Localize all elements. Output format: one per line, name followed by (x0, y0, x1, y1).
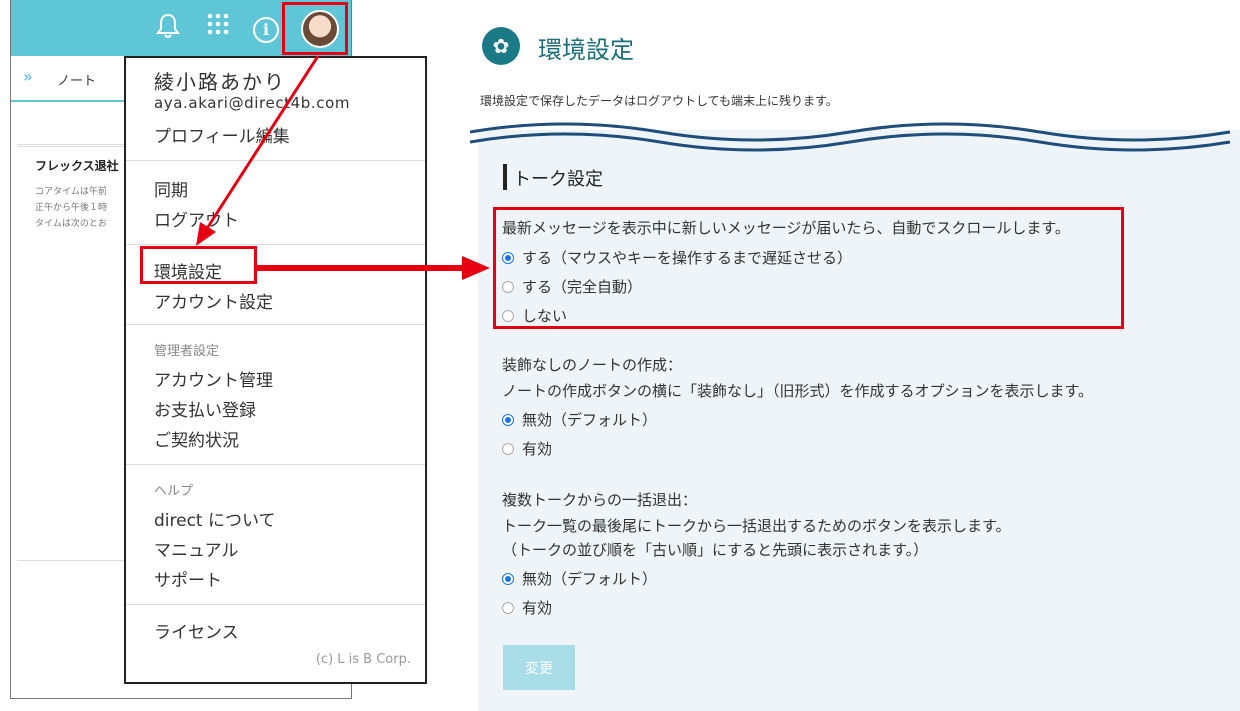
radio-label: 有効 (522, 440, 553, 458)
radio-button[interactable] (502, 281, 514, 293)
bulk-exit-option-enabled[interactable]: 有効 (502, 597, 552, 618)
copyright-text: (c) L is B Corp. (315, 652, 411, 667)
user-dropdown-menu: 綾小路あかり aya.akari@direct4b.com プロフィール編集 同… (124, 56, 427, 684)
radio-button-checked[interactable] (502, 573, 514, 585)
bulk-exit-note: （トークの並び順を「古い順」にすると先頭に表示されます。） (502, 541, 929, 559)
note-title: フレックス退社 (35, 159, 119, 173)
tab-note[interactable]: ノート (57, 70, 96, 89)
note-preview-line: タイムは次のとお (35, 219, 107, 229)
menu-item-account-settings[interactable]: アカウント設定 (154, 288, 273, 313)
user-email: aya.akari@direct4b.com (154, 94, 351, 112)
auto-scroll-option-delayed[interactable]: する（マウスやキーを操作するまで遅延させる） (502, 247, 852, 268)
radio-button[interactable] (502, 443, 514, 455)
page-title: 環境設定 (538, 36, 634, 64)
menu-item-environment-settings[interactable]: 環境設定 (154, 258, 222, 283)
gear-icon: ✿ (482, 27, 520, 65)
bulk-exit-description: トーク一覧の最後尾にトークから一括退出するためのボタンを表示します。 (502, 517, 1011, 535)
bell-icon-glyph (156, 13, 180, 38)
avatar-highlight (282, 2, 348, 55)
radio-label: しない (522, 307, 568, 325)
radio-button[interactable] (502, 310, 514, 322)
radio-label: 有効 (522, 599, 553, 617)
menu-section-help: ヘルプ (154, 484, 194, 499)
menu-divider (126, 160, 425, 161)
radio-button-checked[interactable] (502, 252, 514, 264)
menu-divider (126, 464, 425, 465)
note-preview-line: 正午から午後１時 (35, 203, 108, 213)
plain-note-title: 装飾なしのノートの作成： (502, 356, 683, 374)
auto-scroll-option-off[interactable]: しない (502, 305, 567, 326)
menu-item-profile-edit[interactable]: プロフィール編集 (154, 122, 290, 147)
menu-divider (126, 604, 425, 605)
wave-divider (470, 122, 1231, 152)
menu-item-sync[interactable]: 同期 (154, 176, 188, 201)
auto-scroll-description: 最新メッセージを表示中に新しいメッセージが届いたら、自動でスクロールします。 (502, 219, 1070, 237)
plain-note-option-disabled[interactable]: 無効（デフォルト） (502, 409, 657, 430)
menu-item-logout[interactable]: ログアウト (154, 206, 239, 231)
plain-note-option-enabled[interactable]: 有効 (502, 438, 552, 459)
auto-scroll-option-full-auto[interactable]: する（完全自動） (502, 276, 642, 297)
chevron-double-right-icon[interactable]: » (23, 67, 33, 86)
avatar[interactable] (301, 10, 339, 48)
bulk-exit-title: 複数トークからの一括退出： (502, 491, 698, 509)
menu-item-support[interactable]: サポート (154, 566, 222, 591)
radio-label: する（完全自動） (522, 278, 643, 296)
plain-note-description: ノートの作成ボタンの横に「装飾なし」（旧形式）を作成するオプションを表示します。 (502, 382, 1094, 400)
change-button[interactable]: 変更 (503, 645, 575, 690)
radio-button-checked[interactable] (502, 414, 514, 426)
menu-divider (126, 324, 425, 325)
top-bar: i (11, 0, 351, 56)
menu-item-manual[interactable]: マニュアル (154, 536, 239, 561)
radio-label: 無効（デフォルト） (522, 411, 658, 429)
radio-label: する（マウスやキーを操作するまで遅延させる） (522, 249, 853, 267)
bulk-exit-option-disabled[interactable]: 無効（デフォルト） (502, 568, 657, 589)
menu-item-account-management[interactable]: アカウント管理 (154, 366, 273, 391)
info-glyph: i (253, 17, 279, 43)
menu-item-contract-status[interactable]: ご契約状況 (154, 426, 239, 451)
radio-button[interactable] (502, 602, 514, 614)
section-marker (503, 164, 507, 190)
menu-divider (126, 244, 425, 245)
menu-item-payment-registration[interactable]: お支払い登録 (154, 396, 256, 421)
bell-icon[interactable] (153, 12, 183, 42)
settings-panel: ✿ 環境設定 環境設定で保存したデータはログアウトしても端末上に残ります。 トー… (470, 0, 1240, 711)
menu-item-about[interactable]: direct について (154, 506, 276, 531)
settings-header: ✿ 環境設定 環境設定で保存したデータはログアウトしても端末上に残ります。 (478, 0, 1240, 130)
radio-label: 無効（デフォルト） (522, 570, 658, 588)
menu-section-admin: 管理者設定 (154, 344, 220, 359)
apps-grid-icon[interactable] (203, 12, 233, 42)
section-title: トーク設定 (513, 169, 603, 190)
note-preview-line: コアタイムは午前 (35, 187, 107, 197)
menu-item-license[interactable]: ライセンス (154, 618, 239, 643)
page-description: 環境設定で保存したデータはログアウトしても端末上に残ります。 (480, 94, 838, 108)
info-icon[interactable]: i (251, 12, 281, 43)
apps-grid-glyph (207, 13, 229, 35)
user-name: 綾小路あかり (154, 70, 286, 94)
